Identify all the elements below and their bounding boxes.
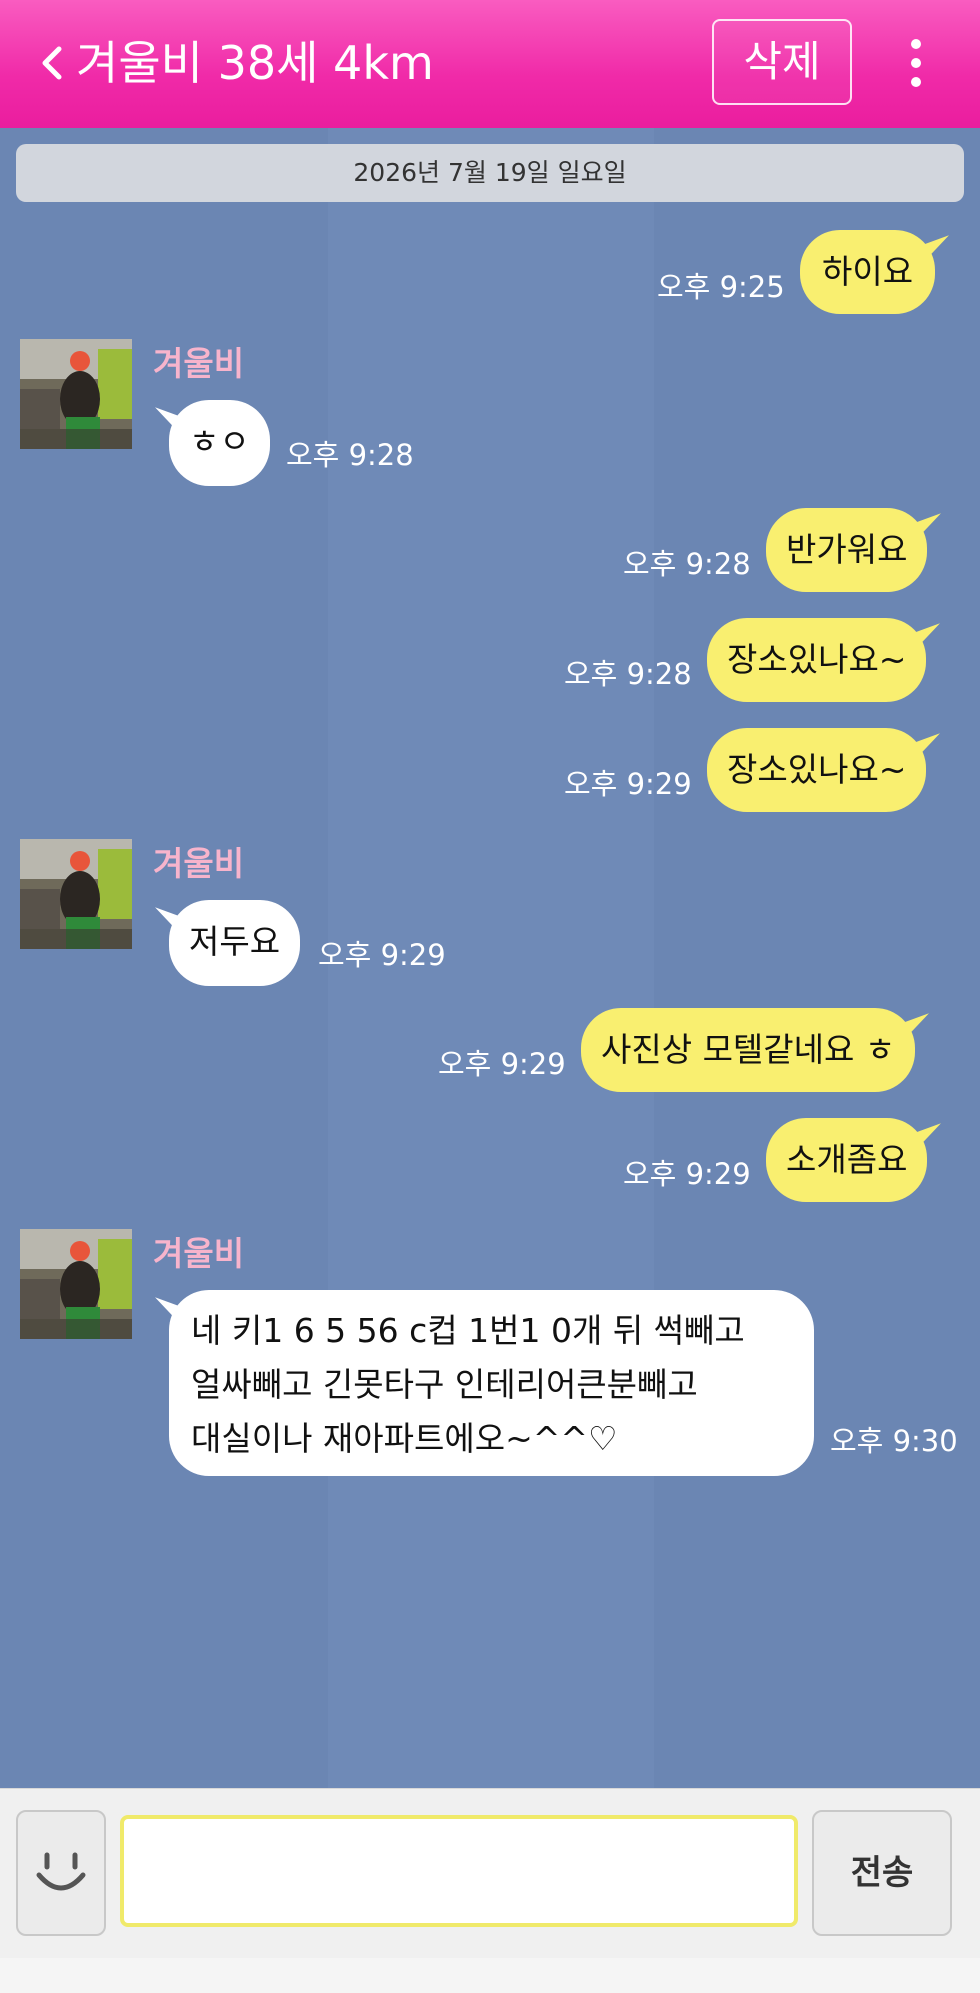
smiley-icon xyxy=(36,1852,86,1891)
their-message-bubble[interactable]: ㅎㅇ xyxy=(169,400,270,486)
sender-name: 겨울비 xyxy=(153,844,245,883)
their-message-bubble[interactable]: 저두요 xyxy=(169,900,301,986)
their-message-bubble[interactable]: 네 키1 6 5 56 c컵 1번1 0개 뒤 썩빼고 얼싸빼고 긴못타구 인테… xyxy=(169,1290,814,1476)
my-message-bubble[interactable]: 사진상 모텔같네요 ㅎ xyxy=(581,1008,916,1092)
my-message-bubble[interactable]: 하이요 xyxy=(800,230,936,314)
my-message-bubble[interactable]: 반가워요 xyxy=(766,508,928,592)
emoji-button[interactable] xyxy=(16,1810,106,1936)
chevron-left-icon xyxy=(42,46,62,80)
chat-title: 겨울비 38세 4km xyxy=(76,36,434,90)
sender-name: 겨울비 xyxy=(153,344,245,383)
my-message-bubble[interactable]: 장소있나요~ xyxy=(707,728,927,812)
message-time: 오후 9:29 xyxy=(623,1157,751,1191)
message-time: 오후 9:28 xyxy=(286,438,414,472)
my-message-bubble[interactable]: 소개좀요 xyxy=(766,1118,928,1202)
profile-photo xyxy=(20,339,132,449)
message-time: 오후 9:29 xyxy=(438,1047,566,1081)
back-button[interactable] xyxy=(22,30,82,96)
message-time: 오후 9:29 xyxy=(564,767,692,801)
message-time: 오후 9:30 xyxy=(830,1424,958,1458)
message-time: 오후 9:25 xyxy=(657,270,785,304)
avatar[interactable] xyxy=(20,839,132,949)
message-input-bar: 전송 xyxy=(0,1788,980,1958)
message-input[interactable] xyxy=(120,1815,798,1927)
message-line: 얼싸빼고 긴못타구 인테리어큰분빼고 xyxy=(191,1365,698,1404)
message-line: 대실이나 재아파트에오~^^♡ xyxy=(191,1419,618,1458)
message-time: 오후 9:28 xyxy=(623,547,751,581)
date-divider: 2026년 7월 19일 일요일 xyxy=(16,144,964,202)
chat-header: 겨울비 38세 4km 삭제 xyxy=(0,0,980,128)
sender-name: 겨울비 xyxy=(153,1234,245,1273)
avatar[interactable] xyxy=(20,339,132,449)
send-button[interactable]: 전송 xyxy=(812,1810,952,1936)
message-time: 오후 9:29 xyxy=(318,938,446,972)
profile-photo xyxy=(20,1229,132,1339)
more-vertical-icon xyxy=(911,39,921,49)
message-line: 네 키1 6 5 56 c컵 1번1 0개 뒤 썩빼고 xyxy=(191,1311,745,1350)
profile-photo xyxy=(20,839,132,949)
more-options-button[interactable] xyxy=(892,30,940,96)
message-time: 오후 9:28 xyxy=(564,657,692,691)
delete-button[interactable]: 삭제 xyxy=(712,19,852,105)
avatar[interactable] xyxy=(20,1229,132,1339)
my-message-bubble[interactable]: 장소있나요~ xyxy=(707,618,927,702)
chat-area[interactable]: 2026년 7월 19일 일요일 오후 9:25 하이요 겨울비 ㅎㅇ 오후 9… xyxy=(0,128,980,1788)
bottom-strip xyxy=(0,1958,980,1993)
